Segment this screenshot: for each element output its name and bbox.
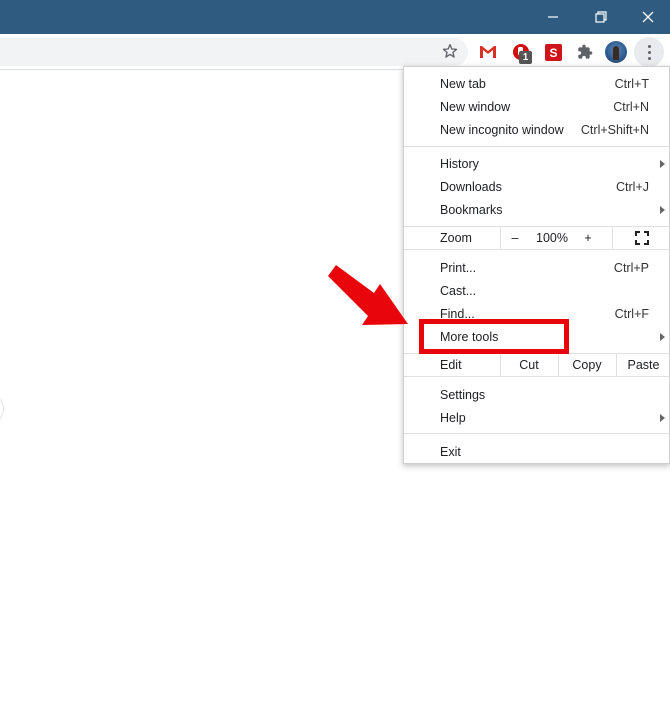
annotation-arrow-icon bbox=[328, 265, 408, 325]
menu-item-label: Settings bbox=[440, 387, 486, 402]
menu-item-new-tab[interactable]: New tab Ctrl+T bbox=[404, 72, 670, 95]
gmail-extension-button[interactable] bbox=[477, 41, 499, 63]
chrome-main-menu: New tab Ctrl+T New window Ctrl+N New inc… bbox=[403, 66, 670, 464]
close-icon bbox=[642, 11, 654, 23]
menu-item-label: Cast... bbox=[440, 283, 477, 298]
zoom-level: 100% bbox=[536, 231, 568, 245]
kebab-dot bbox=[647, 50, 651, 54]
menu-item-shortcut: Ctrl+J bbox=[616, 179, 649, 194]
star-icon bbox=[442, 44, 458, 58]
browser-toolbar: 1 S bbox=[0, 34, 670, 70]
menu-item-label: Help bbox=[440, 410, 466, 425]
menu-item-downloads[interactable]: Downloads Ctrl+J bbox=[404, 175, 670, 198]
extension-badge: 1 bbox=[519, 51, 532, 64]
menu-item-exit[interactable]: Exit bbox=[404, 440, 670, 463]
kebab-dot bbox=[647, 56, 651, 60]
menu-item-cast[interactable]: Cast... bbox=[404, 279, 670, 302]
minimize-icon bbox=[548, 16, 558, 18]
submenu-arrow-icon bbox=[660, 413, 665, 422]
menu-item-label: Bookmarks bbox=[440, 202, 503, 217]
menu-item-new-window[interactable]: New window Ctrl+N bbox=[404, 95, 670, 118]
zoom-label: Zoom bbox=[440, 231, 472, 245]
menu-item-shortcut: Ctrl+P bbox=[613, 260, 649, 275]
menu-item-print[interactable]: Print... Ctrl+P bbox=[404, 256, 670, 279]
submenu-arrow-icon bbox=[660, 332, 665, 341]
chrome-menu-button[interactable] bbox=[634, 37, 664, 67]
profile-avatar[interactable] bbox=[605, 41, 627, 63]
gmail-icon bbox=[480, 46, 496, 58]
zoom-out-button[interactable]: – bbox=[500, 227, 530, 249]
menu-item-label: Print... bbox=[440, 260, 477, 275]
menu-item-label: History bbox=[440, 156, 479, 171]
menu-item-help[interactable]: Help bbox=[404, 406, 670, 429]
bookmark-star-button[interactable] bbox=[438, 39, 462, 63]
cut-button[interactable]: Cut bbox=[500, 354, 558, 376]
menu-item-bookmarks[interactable]: Bookmarks bbox=[404, 198, 670, 221]
s-logo-icon: S bbox=[544, 43, 562, 61]
menu-item-shortcut: Ctrl+Shift+N bbox=[580, 122, 649, 137]
minimize-button[interactable] bbox=[530, 0, 576, 34]
restore-button[interactable] bbox=[578, 0, 624, 34]
zoom-in-button[interactable]: + bbox=[574, 227, 602, 249]
zoom-row: Zoom – 100% + bbox=[404, 226, 670, 250]
submenu-arrow-icon bbox=[660, 205, 665, 214]
menu-item-shortcut: Ctrl+F bbox=[614, 306, 649, 321]
svg-text:S: S bbox=[549, 46, 557, 60]
edit-row: Edit Cut Copy Paste bbox=[404, 353, 670, 377]
adblock-extension-button[interactable]: 1 bbox=[510, 41, 532, 64]
page-element-partial bbox=[0, 395, 4, 423]
menu-separator bbox=[404, 146, 670, 147]
menu-item-shortcut: Ctrl+N bbox=[613, 99, 649, 114]
edit-label: Edit bbox=[440, 358, 462, 372]
menu-item-settings[interactable]: Settings bbox=[404, 383, 670, 406]
menu-item-new-incognito-window[interactable]: New incognito window Ctrl+Shift+N bbox=[404, 118, 670, 141]
address-bar[interactable] bbox=[0, 38, 468, 66]
s-extension-button[interactable]: S bbox=[542, 41, 564, 63]
menu-item-shortcut: Ctrl+T bbox=[614, 76, 649, 91]
fullscreen-button[interactable] bbox=[612, 227, 670, 249]
fullscreen-icon bbox=[634, 231, 649, 245]
menu-item-label: Exit bbox=[440, 444, 461, 459]
restore-icon bbox=[595, 11, 607, 23]
close-button[interactable] bbox=[625, 0, 670, 34]
menu-item-label: New tab bbox=[440, 76, 486, 91]
menu-item-label: New window bbox=[440, 99, 511, 114]
annotation-highlight-box bbox=[419, 319, 569, 354]
menu-item-label: New incognito window bbox=[440, 122, 564, 137]
extensions-button[interactable] bbox=[574, 41, 596, 63]
copy-button[interactable]: Copy bbox=[558, 354, 616, 376]
title-bar bbox=[0, 0, 670, 34]
menu-item-history[interactable]: History bbox=[404, 152, 670, 175]
paste-button[interactable]: Paste bbox=[616, 354, 670, 376]
menu-item-label: Downloads bbox=[440, 179, 502, 194]
menu-separator bbox=[404, 433, 670, 434]
kebab-menu-icon bbox=[647, 44, 651, 48]
puzzle-icon bbox=[578, 44, 593, 59]
submenu-arrow-icon bbox=[660, 159, 665, 168]
